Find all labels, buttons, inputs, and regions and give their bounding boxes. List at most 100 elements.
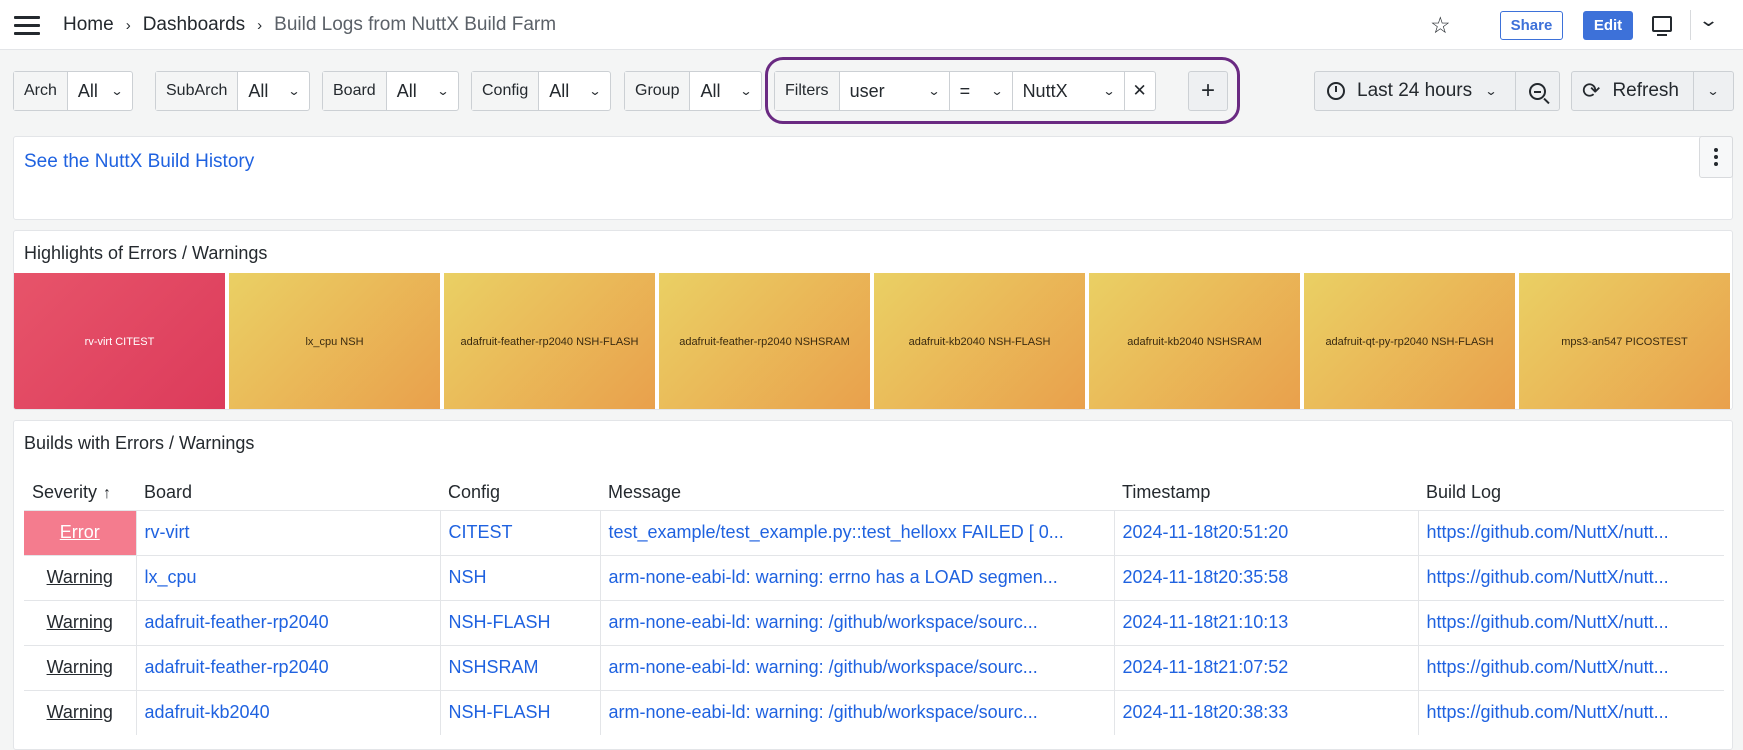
highlight-tile[interactable]: lx_cpu NSH — [229, 273, 440, 409]
clock-icon — [1327, 82, 1345, 100]
severity-cell[interactable]: Warning — [24, 599, 137, 645]
column-header-build-log[interactable]: Build Log — [1418, 475, 1724, 510]
edit-button[interactable]: Edit — [1583, 11, 1633, 40]
board-cell[interactable]: adafruit-feather-rp2040 — [136, 599, 441, 645]
column-header-severity[interactable]: Severity ↑ — [24, 475, 136, 510]
board-cell[interactable]: rv-virt — [136, 509, 441, 555]
chevron-down-icon: ⌄ — [287, 84, 301, 98]
table-row: Warning adafruit-feather-rp2040 NSH-FLAS… — [24, 599, 1724, 645]
breadcrumb-dashboards[interactable]: Dashboards — [143, 14, 245, 36]
filter-value-select[interactable]: NuttX ⌄ — [1013, 72, 1125, 110]
breadcrumb: Home › Dashboards › Build Logs from Nutt… — [63, 14, 556, 36]
arch-select[interactable]: All ⌄ — [68, 72, 132, 110]
config-cell[interactable]: NSHSRAM — [440, 644, 601, 690]
build-log-cell[interactable]: https://github.com/NuttX/nutt... — [1418, 599, 1724, 645]
highlight-tile[interactable]: adafruit-qt-py-rp2040 NSH-FLASH — [1304, 273, 1515, 409]
breadcrumb-home[interactable]: Home — [63, 14, 114, 36]
select-value: = — [959, 80, 971, 101]
timestamp-cell[interactable]: 2024-11-18t20:51:20 — [1114, 509, 1419, 555]
variable-subarch: SubArch All ⌄ — [155, 71, 311, 111]
chevron-down-icon: ⌄ — [1484, 84, 1498, 98]
share-button[interactable]: Share — [1500, 11, 1563, 40]
variable-filters: Filters user ⌄ = ⌄ NuttX ⌄ ✕ — [774, 71, 1156, 111]
message-cell[interactable]: arm-none-eabi-ld: warning: /github/works… — [600, 644, 1115, 690]
board-cell[interactable]: adafruit-kb2040 — [136, 689, 441, 735]
highlight-tile[interactable]: adafruit-kb2040 NSH-FLASH — [874, 273, 1085, 409]
message-cell[interactable]: arm-none-eabi-ld: warning: /github/works… — [600, 599, 1115, 645]
severity-cell[interactable]: Error — [24, 509, 137, 555]
menu-icon[interactable] — [14, 16, 40, 35]
variable-label: Filters — [775, 72, 840, 110]
refresh-label: Refresh — [1612, 80, 1679, 101]
highlight-tile[interactable]: adafruit-feather-rp2040 NSH-FLASH — [444, 273, 655, 409]
time-range-picker[interactable]: Last 24 hours ⌄ — [1314, 71, 1560, 111]
refresh-button[interactable]: ⟳ Refresh ⌄ — [1571, 71, 1734, 111]
severity-cell[interactable]: Warning — [24, 689, 137, 735]
chevron-right-icon: › — [125, 16, 131, 34]
highlight-tile[interactable]: mps3-an547 PICOSTEST — [1519, 273, 1730, 409]
message-cell[interactable]: arm-none-eabi-ld: warning: errno has a L… — [600, 554, 1115, 600]
plus-icon: + — [1200, 77, 1215, 104]
variable-label: Arch — [14, 72, 68, 110]
time-range-label: Last 24 hours — [1357, 80, 1473, 101]
build-log-cell[interactable]: https://github.com/NuttX/nutt... — [1418, 644, 1724, 690]
variable-label: SubArch — [156, 72, 239, 110]
star-icon[interactable]: ☆ — [1430, 12, 1451, 39]
config-cell[interactable]: CITEST — [440, 509, 601, 555]
chevron-right-icon: › — [257, 16, 263, 34]
zoom-out-icon — [1529, 82, 1546, 100]
history-link[interactable]: See the NuttX Build History — [24, 151, 254, 173]
variable-label: Config — [472, 72, 540, 110]
timestamp-cell[interactable]: 2024-11-18t21:07:52 — [1114, 644, 1419, 690]
chevron-down-icon: ⌄ — [110, 84, 124, 98]
config-cell[interactable]: NSH — [440, 554, 601, 600]
group-select[interactable]: All ⌄ — [690, 72, 761, 110]
column-header-message[interactable]: Message — [600, 475, 1114, 510]
board-cell[interactable]: lx_cpu — [136, 554, 441, 600]
column-header-config[interactable]: Config — [440, 475, 600, 510]
chevron-down-icon: ⌄ — [989, 84, 1004, 98]
select-value: All — [77, 80, 98, 101]
chevron-down-icon[interactable]: ⌄ — [1698, 10, 1719, 31]
panel-menu-icon[interactable] — [1699, 136, 1733, 178]
highlight-tiles: rv-virt CITEST lx_cpu NSH adafruit-feath… — [14, 273, 1730, 409]
column-header-timestamp[interactable]: Timestamp — [1114, 475, 1418, 510]
highlights-panel: Highlights of Errors / Warnings rv-virt … — [13, 230, 1733, 410]
zoom-out-button[interactable] — [1515, 72, 1559, 110]
timestamp-cell[interactable]: 2024-11-18t20:38:33 — [1114, 689, 1419, 735]
message-cell[interactable]: arm-none-eabi-ld: warning: /github/works… — [600, 689, 1115, 735]
build-log-cell[interactable]: https://github.com/NuttX/nutt... — [1418, 509, 1724, 555]
subarch-select[interactable]: All ⌄ — [238, 72, 309, 110]
variable-group: Group All ⌄ — [624, 71, 763, 111]
select-value: All — [700, 80, 721, 101]
highlight-tile[interactable]: adafruit-kb2040 NSHSRAM — [1089, 273, 1300, 409]
severity-cell[interactable]: Warning — [24, 554, 137, 600]
chevron-down-icon: ⌄ — [1101, 84, 1116, 98]
timestamp-cell[interactable]: 2024-11-18t20:35:58 — [1114, 554, 1419, 600]
column-header-board[interactable]: Board — [136, 475, 440, 510]
filter-operator-select[interactable]: = ⌄ — [950, 72, 1013, 110]
board-select[interactable]: All ⌄ — [387, 72, 458, 110]
board-cell[interactable]: adafruit-feather-rp2040 — [136, 644, 441, 690]
filter-key-select[interactable]: user ⌄ — [840, 72, 950, 110]
build-log-cell[interactable]: https://github.com/NuttX/nutt... — [1418, 689, 1724, 735]
config-cell[interactable]: NSH-FLASH — [440, 689, 601, 735]
highlight-tile[interactable]: rv-virt CITEST — [14, 273, 225, 409]
add-filter-button[interactable]: + — [1188, 71, 1228, 111]
variable-label: Group — [625, 72, 691, 110]
timestamp-cell[interactable]: 2024-11-18t21:10:13 — [1114, 599, 1419, 645]
config-select[interactable]: All ⌄ — [539, 72, 610, 110]
tv-mode-icon[interactable] — [1652, 16, 1672, 36]
builds-panel: Builds with Errors / Warnings Severity ↑ … — [13, 420, 1733, 750]
column-label: Severity — [32, 481, 98, 502]
severity-cell[interactable]: Warning — [24, 644, 137, 690]
config-cell[interactable]: NSH-FLASH — [440, 599, 601, 645]
close-icon[interactable]: ✕ — [1125, 72, 1155, 110]
build-log-cell[interactable]: https://github.com/NuttX/nutt... — [1418, 554, 1724, 600]
message-cell[interactable]: test_example/test_example.py::test_hello… — [600, 509, 1115, 555]
highlight-tile[interactable]: adafruit-feather-rp2040 NSHSRAM — [659, 273, 870, 409]
table-row: Warning lx_cpu NSH arm-none-eabi-ld: war… — [24, 554, 1724, 600]
select-value: All — [248, 80, 269, 101]
table-row: Warning adafruit-kb2040 NSH-FLASH arm-no… — [24, 689, 1724, 735]
refresh-interval-dropdown[interactable]: ⌄ — [1693, 72, 1733, 110]
